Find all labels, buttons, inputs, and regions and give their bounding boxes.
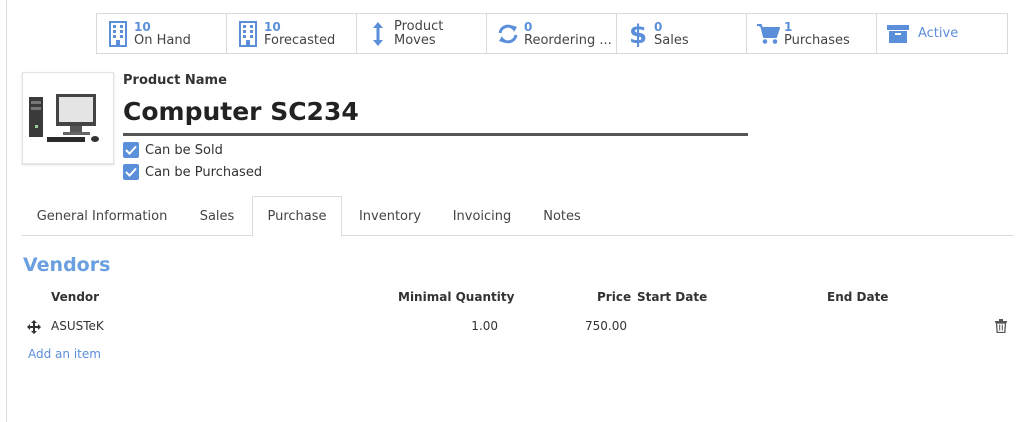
tab-notes[interactable]: Notes: [536, 196, 588, 236]
dollar-icon: $: [625, 19, 651, 49]
column-end-date[interactable]: End Date: [827, 290, 888, 304]
active-label: Active: [918, 26, 959, 41]
building-icon: [105, 19, 131, 49]
on-hand-button[interactable]: 10 On Hand: [96, 13, 227, 54]
forecasted-label: Forecasted: [264, 32, 336, 48]
left-border: [6, 0, 7, 422]
price-cell[interactable]: 750.00: [580, 319, 627, 333]
check-icon: [125, 167, 137, 177]
active-toggle-button[interactable]: Active: [876, 13, 1008, 54]
product-image[interactable]: [22, 72, 114, 164]
archive-icon: [885, 19, 911, 49]
can-be-sold-row: Can be Sold: [123, 142, 223, 158]
forecasted-button[interactable]: 10 Forecasted: [226, 13, 357, 54]
trash-icon[interactable]: [995, 318, 1009, 334]
on-hand-value: 10: [134, 19, 151, 34]
column-minimal-quantity[interactable]: Minimal Quantity: [398, 290, 514, 304]
product-moves-line2: Moves: [394, 32, 436, 48]
min-qty-cell[interactable]: 1.00: [468, 319, 498, 333]
can-be-sold-checkbox[interactable]: [123, 142, 139, 158]
tab-invoicing[interactable]: Invoicing: [446, 196, 518, 236]
purchases-button[interactable]: 1 Purchases: [746, 13, 877, 54]
can-be-purchased-checkbox[interactable]: [123, 164, 139, 180]
computer-image: [29, 94, 99, 142]
vendor-cell[interactable]: ASUSTeK: [51, 319, 104, 333]
product-name-label: Product Name: [123, 73, 227, 88]
tab-general-information[interactable]: General Information: [28, 196, 176, 236]
refresh-icon: [495, 19, 521, 49]
check-icon: [125, 145, 137, 155]
sales-value: 0: [654, 19, 663, 34]
notebook-tabs: General Information Sales Purchase Inven…: [22, 196, 1014, 237]
tab-purchase[interactable]: Purchase: [252, 196, 342, 237]
drag-handle-icon[interactable]: [27, 319, 41, 334]
reordering-label: Reordering ...: [524, 32, 612, 48]
on-hand-label: On Hand: [134, 32, 191, 48]
purchases-value: 1: [784, 19, 793, 34]
purchases-label: Purchases: [784, 32, 850, 48]
smart-button-bar: 10 On Hand 10 Forecasted Product Moves 0…: [96, 13, 1008, 54]
tab-sales[interactable]: Sales: [190, 196, 244, 236]
vendors-title: Vendors: [23, 254, 111, 276]
reordering-value: 0: [524, 19, 533, 34]
add-an-item-link[interactable]: Add an item: [28, 347, 101, 361]
svg-text:$: $: [630, 20, 646, 48]
tab-inventory[interactable]: Inventory: [352, 196, 428, 236]
product-name-field[interactable]: Computer SC234: [123, 96, 748, 136]
building-icon: [235, 19, 261, 49]
reordering-button[interactable]: 0 Reordering ...: [486, 13, 617, 54]
cart-icon: [755, 19, 781, 49]
arrows-vertical-icon: [365, 19, 391, 49]
column-start-date[interactable]: Start Date: [637, 290, 707, 304]
column-price[interactable]: Price: [597, 290, 631, 304]
product-moves-button[interactable]: Product Moves: [356, 13, 487, 54]
can-be-purchased-row: Can be Purchased: [123, 164, 262, 180]
column-vendor[interactable]: Vendor: [51, 290, 99, 304]
sales-label: Sales: [654, 32, 689, 48]
can-be-purchased-label: Can be Purchased: [145, 164, 263, 180]
product-moves-line1: Product: [394, 18, 444, 34]
forecasted-value: 10: [264, 19, 281, 34]
can-be-sold-label: Can be Sold: [145, 142, 223, 158]
sales-button[interactable]: $ 0 Sales: [616, 13, 747, 54]
